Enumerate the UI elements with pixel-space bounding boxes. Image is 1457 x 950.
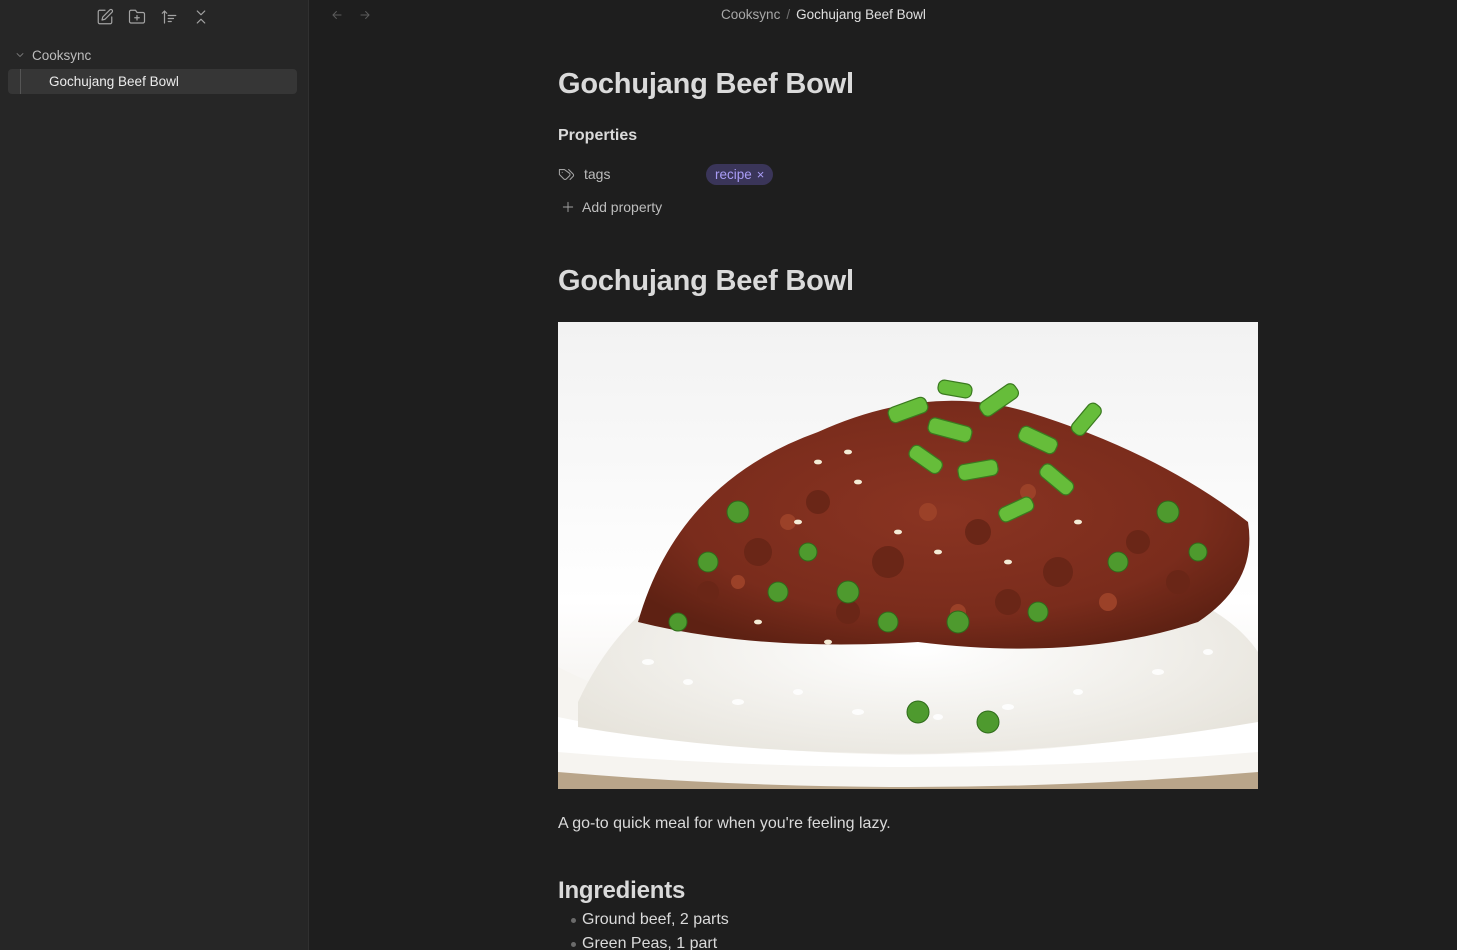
property-key-tags[interactable]: tags — [558, 166, 706, 183]
note-description: A go-to quick meal for when you're feeli… — [558, 815, 891, 832]
add-property-button[interactable]: Add property — [561, 199, 662, 215]
chevron-down-icon — [8, 49, 32, 61]
breadcrumb-separator: / — [786, 7, 791, 22]
collapse-all-icon — [196, 10, 206, 24]
file-tree: Cooksync Gochujang Beef Bowl — [8, 42, 297, 94]
sort-icon — [161, 10, 177, 24]
collapse-all-button[interactable] — [189, 6, 213, 28]
plus-icon — [562, 201, 574, 213]
property-row-tags: tags recipe × — [558, 163, 1258, 185]
properties-heading[interactable]: Properties — [558, 127, 637, 145]
list-item: Green Peas, 1 part — [558, 932, 729, 950]
breadcrumb: Cooksync / Gochujang Beef Bowl — [310, 6, 1457, 24]
ingredient-text: Green Peas, 1 part — [582, 935, 718, 950]
sidebar-toolbar — [93, 6, 213, 28]
list-item: Ground beef, 2 parts — [558, 908, 729, 932]
tag-label: recipe — [715, 166, 752, 182]
editor-pane: Cooksync / Gochujang Beef Bowl Gochujang B… — [310, 0, 1457, 950]
tags-icon — [558, 168, 575, 180]
gochujang-beef-bowl-photo — [558, 322, 1258, 789]
folder-label: Cooksync — [32, 47, 92, 63]
ingredients-heading: Ingredients — [558, 877, 686, 904]
ingredient-text: Ground beef, 2 parts — [582, 911, 729, 928]
bullet-icon — [571, 918, 576, 923]
breadcrumb-current[interactable]: Gochujang Beef Bowl — [796, 7, 926, 22]
add-property-label: Add property — [582, 199, 663, 215]
property-key-label: tags — [584, 166, 611, 182]
file-label: Gochujang Beef Bowl — [49, 74, 179, 89]
file-explorer-sidebar: Cooksync Gochujang Beef Bowl — [0, 0, 309, 950]
new-folder-button[interactable] — [125, 6, 149, 28]
ingredients-list: Ground beef, 2 parts Green Peas, 1 part — [558, 908, 729, 950]
recipe-image[interactable] — [558, 322, 1258, 789]
indent-guide — [20, 69, 21, 94]
tag-pill-recipe[interactable]: recipe × — [706, 163, 774, 185]
note-heading: Gochujang Beef Bowl — [558, 265, 854, 297]
breadcrumb-parent[interactable]: Cooksync — [721, 7, 780, 22]
new-note-button[interactable] — [93, 6, 117, 28]
file-item-gochujang-beef-bowl[interactable]: Gochujang Beef Bowl — [8, 69, 297, 94]
remove-tag-icon[interactable]: × — [757, 168, 765, 181]
sort-button[interactable] — [157, 6, 181, 28]
new-folder-icon — [128, 9, 146, 24]
folder-cooksync[interactable]: Cooksync — [8, 42, 297, 68]
bullet-icon — [571, 942, 576, 947]
inline-title[interactable]: Gochujang Beef Bowl — [558, 68, 854, 101]
new-note-icon — [97, 8, 114, 25]
app-window: Cooksync Gochujang Beef Bowl Cooksync / Go… — [0, 0, 1457, 950]
